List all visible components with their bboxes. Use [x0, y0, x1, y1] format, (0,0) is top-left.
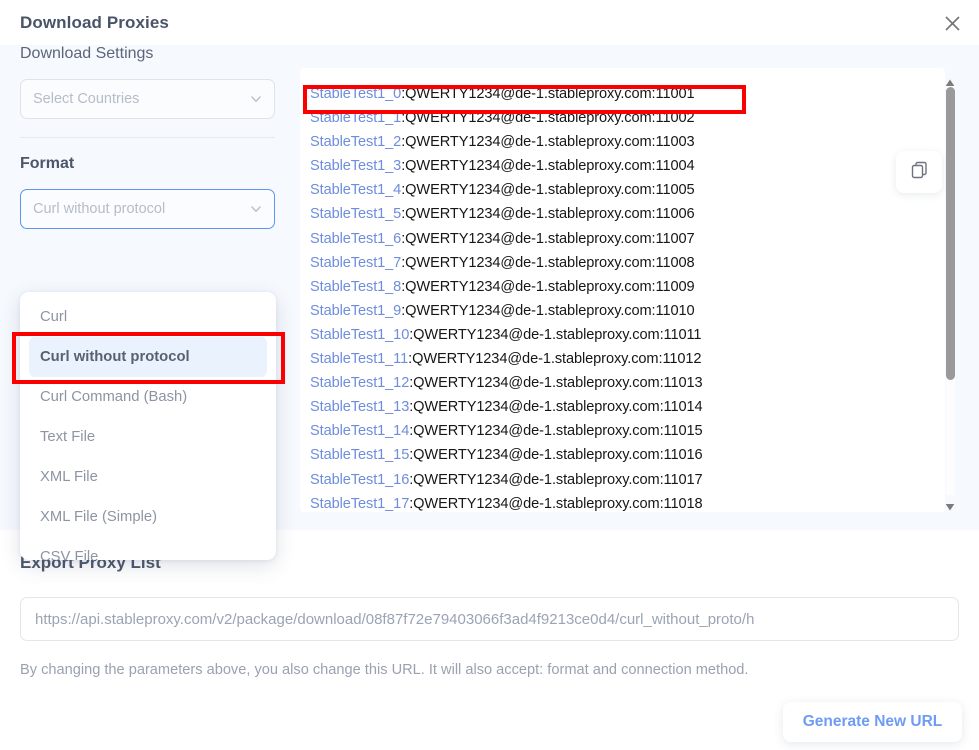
- countries-select-value: Select Countries: [33, 91, 139, 107]
- dropdown-option-xml-file-simple[interactable]: XML File (Simple): [29, 497, 267, 537]
- proxy-username: StableTest1_11: [310, 351, 408, 367]
- proxy-username: StableTest1_4: [310, 182, 401, 198]
- export-url-value: https://api.stableproxy.com/v2/package/d…: [35, 611, 754, 628]
- format-heading: Format: [20, 155, 276, 173]
- proxy-username: StableTest1_1: [310, 110, 401, 126]
- proxy-list-item[interactable]: StableTest1_8:QWERTY1234@de-1.stableprox…: [310, 275, 930, 299]
- proxy-endpoint: :QWERTY1234@de-1.stableproxy.com:11006: [401, 206, 694, 222]
- proxy-endpoint: :QWERTY1234@de-1.stableproxy.com:11011: [409, 327, 701, 343]
- proxy-username: StableTest1_2: [310, 134, 401, 150]
- proxy-endpoint: :QWERTY1234@de-1.stableproxy.com:11008: [401, 255, 694, 271]
- modal-header: Download Proxies: [0, 0, 979, 45]
- dropdown-option-csv-file[interactable]: CSV File: [29, 537, 267, 560]
- proxy-endpoint: :QWERTY1234@de-1.stableproxy.com:11004: [401, 158, 694, 174]
- proxy-list-item[interactable]: StableTest1_4:QWERTY1234@de-1.stableprox…: [310, 178, 930, 202]
- proxy-list-item[interactable]: StableTest1_7:QWERTY1234@de-1.stableprox…: [310, 251, 930, 275]
- proxy-list-item[interactable]: StableTest1_0:QWERTY1234@de-1.stableprox…: [310, 82, 930, 106]
- dropdown-option-label: XML File (Simple): [40, 509, 157, 525]
- proxy-endpoint: :QWERTY1234@de-1.stableproxy.com:11018: [409, 496, 702, 512]
- dropdown-option-text-file[interactable]: Text File: [29, 417, 267, 457]
- proxy-username: StableTest1_9: [310, 303, 401, 319]
- format-dropdown-menu[interactable]: Curl Curl without protocol Curl Command (B…: [20, 292, 276, 560]
- proxy-username: StableTest1_8: [310, 279, 401, 295]
- proxy-list-item[interactable]: StableTest1_17:QWERTY1234@de-1.stablepro…: [310, 492, 930, 512]
- generate-new-url-button[interactable]: Generate New URL: [783, 702, 962, 742]
- countries-select[interactable]: Select Countries: [20, 79, 275, 119]
- download-settings-column: Download Settings Select Countries Forma…: [20, 45, 276, 229]
- proxy-username: StableTest1_5: [310, 206, 401, 222]
- proxy-username: StableTest1_13: [310, 399, 409, 415]
- proxy-endpoint: :QWERTY1234@de-1.stableproxy.com:11001: [401, 86, 694, 102]
- proxy-username: StableTest1_10: [310, 327, 409, 343]
- dropdown-option-label: CSV File: [40, 549, 98, 560]
- close-icon[interactable]: [937, 8, 967, 38]
- proxy-list-scrollbar[interactable]: [943, 72, 957, 508]
- proxy-username: StableTest1_14: [310, 423, 409, 439]
- proxy-list-item[interactable]: StableTest1_11:QWERTY1234@de-1.stablepro…: [310, 347, 930, 371]
- proxy-username: StableTest1_6: [310, 231, 401, 247]
- dropdown-option-curl-command-bash[interactable]: Curl Command (Bash): [29, 377, 267, 417]
- proxy-username: StableTest1_7: [310, 255, 401, 271]
- proxy-list-item[interactable]: StableTest1_12:QWERTY1234@de-1.stablepro…: [310, 371, 930, 395]
- proxy-list-item[interactable]: StableTest1_9:QWERTY1234@de-1.stableprox…: [310, 299, 930, 323]
- proxy-list-item[interactable]: StableTest1_6:QWERTY1234@de-1.stableprox…: [310, 227, 930, 251]
- proxy-username: StableTest1_0: [310, 86, 401, 102]
- dropdown-option-xml-file[interactable]: XML File: [29, 457, 267, 497]
- proxy-list-item[interactable]: StableTest1_15:QWERTY1234@de-1.stablepro…: [310, 443, 930, 467]
- format-select-value: Curl without protocol: [33, 201, 165, 217]
- proxy-endpoint: :QWERTY1234@de-1.stableproxy.com:11010: [401, 303, 694, 319]
- proxy-username: StableTest1_12: [310, 375, 409, 391]
- proxy-endpoint: :QWERTY1234@de-1.stableproxy.com:11016: [409, 447, 702, 463]
- proxy-endpoint: :QWERTY1234@de-1.stableproxy.com:11014: [409, 399, 702, 415]
- export-url-field[interactable]: https://api.stableproxy.com/v2/package/d…: [20, 597, 959, 641]
- proxy-list-item[interactable]: StableTest1_5:QWERTY1234@de-1.stableprox…: [310, 202, 930, 226]
- proxy-endpoint: :QWERTY1234@de-1.stableproxy.com:11017: [409, 472, 702, 488]
- proxy-list-item[interactable]: StableTest1_14:QWERTY1234@de-1.stablepro…: [310, 419, 930, 443]
- dropdown-option-label: Text File: [40, 429, 95, 445]
- proxy-endpoint: :QWERTY1234@de-1.stableproxy.com:11015: [409, 423, 702, 439]
- proxy-username: StableTest1_3: [310, 158, 401, 174]
- dropdown-option-curl-without-protocol[interactable]: Curl without protocol: [29, 337, 267, 377]
- generate-new-url-label: Generate New URL: [803, 713, 943, 731]
- dropdown-option-label: XML File: [40, 469, 98, 485]
- format-select[interactable]: Curl without protocol: [20, 189, 275, 229]
- download-settings-heading: Download Settings: [20, 45, 276, 63]
- export-hint-text: By changing the parameters above, you al…: [20, 662, 748, 678]
- settings-divider: [20, 137, 275, 138]
- copy-button[interactable]: [896, 151, 942, 193]
- dropdown-option-label: Curl Command (Bash): [40, 389, 187, 405]
- proxy-endpoint: :QWERTY1234@de-1.stableproxy.com:11007: [401, 231, 694, 247]
- proxy-endpoint: :QWERTY1234@de-1.stableproxy.com:11012: [408, 351, 701, 367]
- chevron-down-icon: [249, 92, 263, 106]
- proxy-endpoint: :QWERTY1234@de-1.stableproxy.com:11013: [409, 375, 702, 391]
- proxy-endpoint: :QWERTY1234@de-1.stableproxy.com:11003: [401, 134, 694, 150]
- proxy-username: StableTest1_17: [310, 496, 409, 512]
- scrollbar-thumb[interactable]: [946, 87, 955, 380]
- proxy-list-item[interactable]: StableTest1_13:QWERTY1234@de-1.stablepro…: [310, 395, 930, 419]
- dropdown-option-label: Curl without protocol: [40, 349, 190, 365]
- download-proxies-modal: Download Proxies Download Settings Selec…: [0, 0, 979, 750]
- proxy-list-item[interactable]: StableTest1_1:QWERTY1234@de-1.stableprox…: [310, 106, 930, 130]
- scroll-down-arrow-icon[interactable]: [945, 498, 955, 506]
- proxy-list[interactable]: StableTest1_0:QWERTY1234@de-1.stableprox…: [300, 68, 930, 512]
- page-title: Download Proxies: [20, 13, 169, 33]
- proxy-list-item[interactable]: StableTest1_10:QWERTY1234@de-1.stablepro…: [310, 323, 930, 347]
- scroll-up-arrow-icon[interactable]: [945, 74, 955, 82]
- proxy-username: StableTest1_15: [310, 447, 409, 463]
- proxy-list-item[interactable]: StableTest1_3:QWERTY1234@de-1.stableprox…: [310, 154, 930, 178]
- dropdown-option-curl[interactable]: Curl: [29, 297, 267, 337]
- dropdown-option-label: Curl: [40, 309, 67, 325]
- proxy-list-item[interactable]: StableTest1_16:QWERTY1234@de-1.stablepro…: [310, 468, 930, 492]
- proxy-endpoint: :QWERTY1234@de-1.stableproxy.com:11005: [401, 182, 694, 198]
- proxy-endpoint: :QWERTY1234@de-1.stableproxy.com:11009: [401, 279, 694, 295]
- proxy-list-panel: StableTest1_0:QWERTY1234@de-1.stableprox…: [300, 68, 945, 512]
- copy-icon: [910, 160, 929, 184]
- proxy-endpoint: :QWERTY1234@de-1.stableproxy.com:11002: [401, 110, 694, 126]
- proxy-list-item[interactable]: StableTest1_2:QWERTY1234@de-1.stableprox…: [310, 130, 930, 154]
- proxy-username: StableTest1_16: [310, 472, 409, 488]
- chevron-down-icon: [249, 202, 263, 216]
